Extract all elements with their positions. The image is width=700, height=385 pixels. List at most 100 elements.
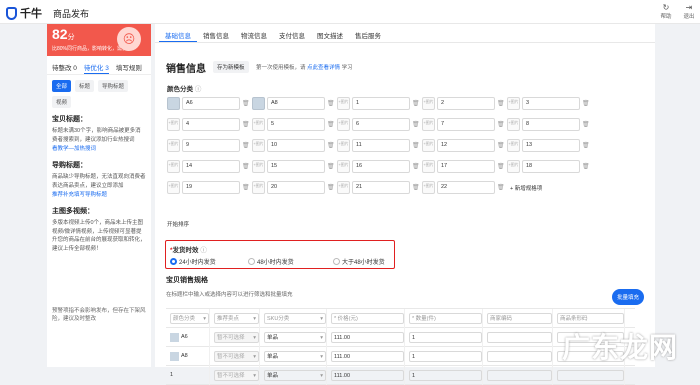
image-upload-icon[interactable]: +图片 (507, 97, 520, 110)
header-filter-input[interactable]: 推荐卖点 (214, 312, 259, 324)
header-filter-input[interactable]: 商品条形码 (557, 312, 624, 324)
image-upload-icon[interactable]: +图片 (252, 139, 265, 152)
add-spec-button[interactable]: + 新增规格项 (510, 184, 542, 192)
merchant-code-input[interactable] (487, 350, 552, 362)
image-upload-icon[interactable]: +图片 (422, 97, 435, 110)
color-name-input[interactable]: 2 (437, 97, 495, 110)
price-input[interactable]: 111.00 (331, 369, 404, 381)
color-name-input[interactable]: 22 (437, 181, 495, 194)
delete-icon[interactable]: 🗑 (242, 163, 250, 170)
color-name-input[interactable]: 21 (352, 181, 410, 194)
merchant-code-input[interactable] (487, 331, 552, 343)
image-upload-icon[interactable] (252, 97, 265, 110)
sku-category-select[interactable]: 单品 (264, 331, 326, 343)
color-name-input[interactable]: 14 (182, 160, 240, 173)
image-upload-icon[interactable]: +图片 (252, 160, 265, 173)
delete-icon[interactable]: 🗑 (497, 184, 505, 191)
batch-fill-button[interactable]: 批量填充 (612, 289, 645, 305)
image-upload-icon[interactable]: +图片 (422, 160, 435, 173)
qianniu-logo[interactable]: 千牛 (6, 5, 42, 21)
ship-option-24h[interactable]: 24小时内发货 (170, 257, 216, 266)
tab-basic-info[interactable]: 基础信息 (159, 24, 197, 42)
color-name-input[interactable]: 17 (437, 160, 495, 173)
chip-guide-title[interactable]: 导购标题 (98, 80, 129, 92)
delete-icon[interactable]: 🗑 (582, 100, 590, 107)
image-upload-icon[interactable] (167, 97, 180, 110)
tab-description[interactable]: 图文描述 (311, 24, 349, 42)
delete-icon[interactable]: 🗑 (412, 121, 420, 128)
color-name-input[interactable]: 13 (522, 139, 580, 152)
tab-logistics[interactable]: 物流信息 (235, 24, 273, 42)
selling-point-select[interactable]: 暂不可选择 (214, 369, 259, 381)
image-upload-icon[interactable]: +图片 (337, 97, 350, 110)
issue-link[interactable]: 看教学—加热搜词 (52, 144, 146, 154)
ship-option-48h[interactable]: 48小时内发货 (248, 257, 294, 266)
tab-sales-info[interactable]: 销售信息 (197, 24, 235, 42)
sku-category-select[interactable]: 单品 (264, 369, 326, 381)
delete-icon[interactable]: 🗑 (582, 121, 590, 128)
header-filter-input[interactable]: * 价格(元) (331, 312, 404, 324)
image-upload-icon[interactable]: +图片 (337, 181, 350, 194)
price-input[interactable]: 111.00 (331, 350, 404, 362)
delete-icon[interactable]: 🗑 (497, 121, 505, 128)
delete-icon[interactable]: 🗑 (327, 100, 335, 107)
delete-icon[interactable]: 🗑 (242, 121, 250, 128)
delete-icon[interactable]: 🗑 (327, 121, 335, 128)
image-upload-icon[interactable]: +图片 (252, 181, 265, 194)
color-name-input[interactable]: 10 (267, 139, 325, 152)
merchant-code-input[interactable] (487, 369, 552, 381)
quantity-input[interactable]: 1 (409, 350, 482, 362)
header-filter-input[interactable]: * 数量(件) (409, 312, 482, 324)
tab-payment[interactable]: 支付信息 (273, 24, 311, 42)
chip-all[interactable]: 全部 (52, 80, 72, 92)
delete-icon[interactable]: 🗑 (497, 163, 505, 170)
ship-option-over-48h[interactable]: 大于48小时发货 (333, 257, 385, 266)
image-upload-icon[interactable]: +图片 (167, 118, 180, 131)
tab-rules[interactable]: 填写规则 (116, 62, 142, 74)
color-name-input[interactable]: 18 (522, 160, 580, 173)
barcode-input[interactable] (557, 369, 624, 381)
quantity-input[interactable]: 1 (409, 369, 482, 381)
image-upload-icon[interactable]: +图片 (422, 139, 435, 152)
image-upload-icon[interactable]: +图片 (167, 139, 180, 152)
template-link[interactable]: 点此查看详情 (307, 65, 340, 71)
color-name-input[interactable]: 9 (182, 139, 240, 152)
image-upload-icon[interactable]: +图片 (252, 118, 265, 131)
help-button[interactable]: ↻ 帮助 (656, 3, 676, 20)
delete-icon[interactable]: 🗑 (582, 142, 590, 149)
delete-icon[interactable]: 🗑 (412, 184, 420, 191)
price-input[interactable]: 111.00 (331, 331, 404, 343)
color-name-input[interactable]: 6 (352, 118, 410, 131)
delete-icon[interactable]: 🗑 (497, 142, 505, 149)
header-filter-input[interactable]: 商家编码 (487, 312, 552, 324)
header-filter-input[interactable]: 颜色分类 (170, 312, 209, 324)
color-name-input[interactable]: A6 (182, 97, 240, 110)
delete-icon[interactable]: 🗑 (497, 100, 505, 107)
image-upload-icon[interactable]: +图片 (422, 118, 435, 131)
image-upload-icon[interactable]: +图片 (337, 139, 350, 152)
delete-icon[interactable]: 🗑 (242, 142, 250, 149)
image-upload-icon[interactable]: +图片 (507, 118, 520, 131)
color-name-input[interactable]: 15 (267, 160, 325, 173)
image-upload-icon[interactable]: +图片 (167, 160, 180, 173)
image-upload-icon[interactable]: +图片 (507, 139, 520, 152)
delete-icon[interactable]: 🗑 (242, 100, 250, 107)
image-upload-icon[interactable]: +图片 (507, 160, 520, 173)
color-name-input[interactable]: 3 (522, 97, 580, 110)
delete-icon[interactable]: 🗑 (582, 163, 590, 170)
color-name-input[interactable]: 20 (267, 181, 325, 194)
selling-point-select[interactable]: 暂不可选择 (214, 350, 259, 362)
delete-icon[interactable]: 🗑 (412, 163, 420, 170)
start-sort-button[interactable]: 开始排序 (167, 220, 189, 228)
selling-point-select[interactable]: 暂不可选择 (214, 331, 259, 343)
delete-icon[interactable]: 🗑 (412, 100, 420, 107)
quit-button[interactable]: ⇥ 退出 (679, 3, 699, 20)
header-filter-input[interactable]: SKU分类 (264, 312, 326, 324)
image-upload-icon[interactable]: +图片 (167, 181, 180, 194)
tab-after-sales[interactable]: 售后服务 (349, 24, 387, 42)
sku-category-select[interactable]: 单品 (264, 350, 326, 362)
delete-icon[interactable]: 🗑 (412, 142, 420, 149)
color-name-input[interactable]: A8 (267, 97, 325, 110)
delete-icon[interactable]: 🗑 (327, 184, 335, 191)
delete-icon[interactable]: 🗑 (327, 163, 335, 170)
